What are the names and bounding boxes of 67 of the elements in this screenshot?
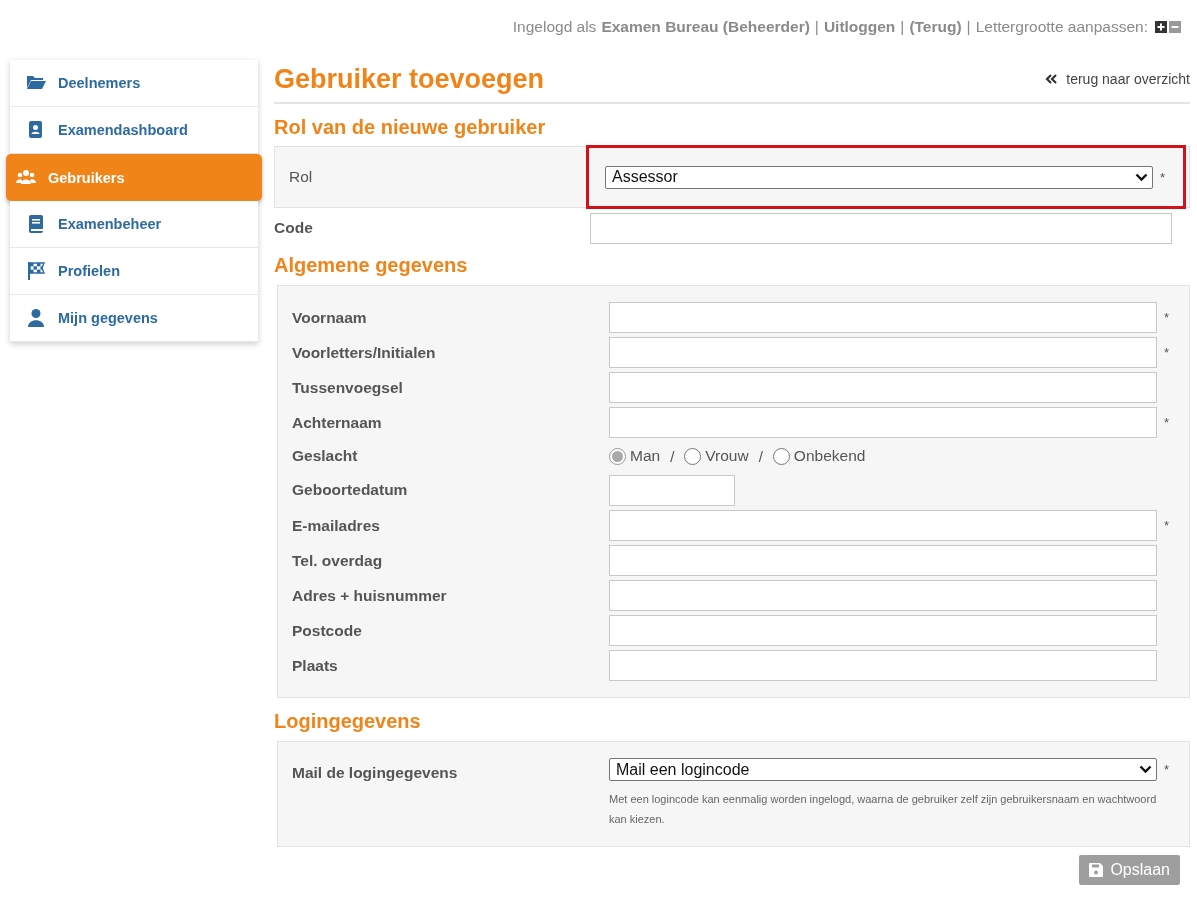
separator: | <box>966 18 971 36</box>
book-icon <box>26 214 46 234</box>
input-field[interactable] <box>609 302 1157 333</box>
required-mark: * <box>1164 762 1170 777</box>
required-mark: * <box>1164 345 1170 360</box>
code-field[interactable] <box>590 212 1172 244</box>
required-mark: * <box>1160 169 1166 185</box>
section-title: Algemene gegevens <box>274 254 469 277</box>
input-field[interactable] <box>609 407 1157 438</box>
header-link[interactable]: (Terug) <box>909 18 962 36</box>
field-label: Adres + huisnummer <box>292 586 448 605</box>
role-select[interactable]: Assessor <box>605 165 1153 189</box>
date-field[interactable] <box>609 474 735 506</box>
back-link[interactable]: terug naar overzicht <box>1045 71 1190 87</box>
sidebar-item[interactable]: Deelnemers <box>10 60 258 107</box>
field-label: Tel. overdag <box>292 551 384 570</box>
required-mark: * <box>1164 310 1170 325</box>
user-icon <box>26 308 46 328</box>
field-label: E-mailadres <box>292 516 381 535</box>
double-chevron-left-icon <box>1045 74 1059 84</box>
field-label: Plaats <box>292 656 339 675</box>
login-select[interactable]: Mail een logincode <box>609 758 1157 781</box>
input-field[interactable] <box>609 650 1157 681</box>
header-text: Ingelogd als <box>512 18 597 36</box>
radio-button[interactable] <box>609 447 626 465</box>
radio-button[interactable] <box>772 447 790 465</box>
input-field[interactable] <box>609 580 1157 611</box>
user-name: Examen Bureau (Beheerder) <box>601 18 810 36</box>
field-label: Postcode <box>292 621 363 640</box>
field-label: Geboortedatum <box>292 481 409 499</box>
radio-button[interactable] <box>684 447 702 465</box>
sidebar-item[interactable]: Mijn gegevens <box>10 295 258 342</box>
input-field[interactable] <box>609 615 1157 646</box>
chevron-down-icon <box>1139 765 1152 774</box>
section-title: Logingegevens <box>274 710 422 733</box>
separator: / <box>670 447 675 465</box>
input-field[interactable] <box>609 510 1157 541</box>
required-mark: * <box>1164 518 1170 533</box>
field-label: Rol <box>289 168 314 186</box>
help-text: Met een logincode kan eenmalig worden ingelogd, waarna de gebruiker zelf zijn gebruikersnaam en wachtwoord kan kiezen. <box>609 792 1158 827</box>
input-field[interactable] <box>609 337 1157 368</box>
input-field[interactable] <box>609 372 1157 403</box>
checkered-flag-icon <box>26 261 46 281</box>
radio-option[interactable]: Man <box>609 447 661 465</box>
radio-option[interactable]: Vrouw <box>684 447 749 465</box>
input-field[interactable] <box>609 545 1157 576</box>
field-label: Voornaam <box>292 308 368 327</box>
field-label: Achternaam <box>292 413 383 432</box>
field-label: Voorletters/Initialen <box>292 343 437 362</box>
radio-option[interactable]: Onbekend <box>772 447 866 465</box>
header-text: Lettergrootte aanpassen: <box>975 18 1148 36</box>
chevron-down-icon <box>1135 172 1148 182</box>
plus-icon[interactable] <box>1155 21 1167 33</box>
field-label: Tussenvoegsel <box>292 378 404 397</box>
separator: | <box>900 18 905 36</box>
field-label: Code <box>274 219 314 237</box>
header-link[interactable]: Uitloggen <box>823 18 896 36</box>
separator: / <box>758 447 763 465</box>
required-mark: * <box>1164 415 1170 430</box>
separator: | <box>814 18 819 36</box>
field-label: Geslacht <box>292 447 359 465</box>
sidebar-item[interactable]: Profielen <box>10 248 258 295</box>
sidebar-item[interactable]: Examenbeheer <box>10 201 258 248</box>
section-title: Rol van de nieuwe gebruiker <box>274 116 547 139</box>
sidebar-item[interactable]: Examendashboard <box>10 107 258 154</box>
page-title: Gebruiker toevoegen <box>274 63 545 95</box>
field-label: Mail de logingegevens <box>292 764 459 783</box>
